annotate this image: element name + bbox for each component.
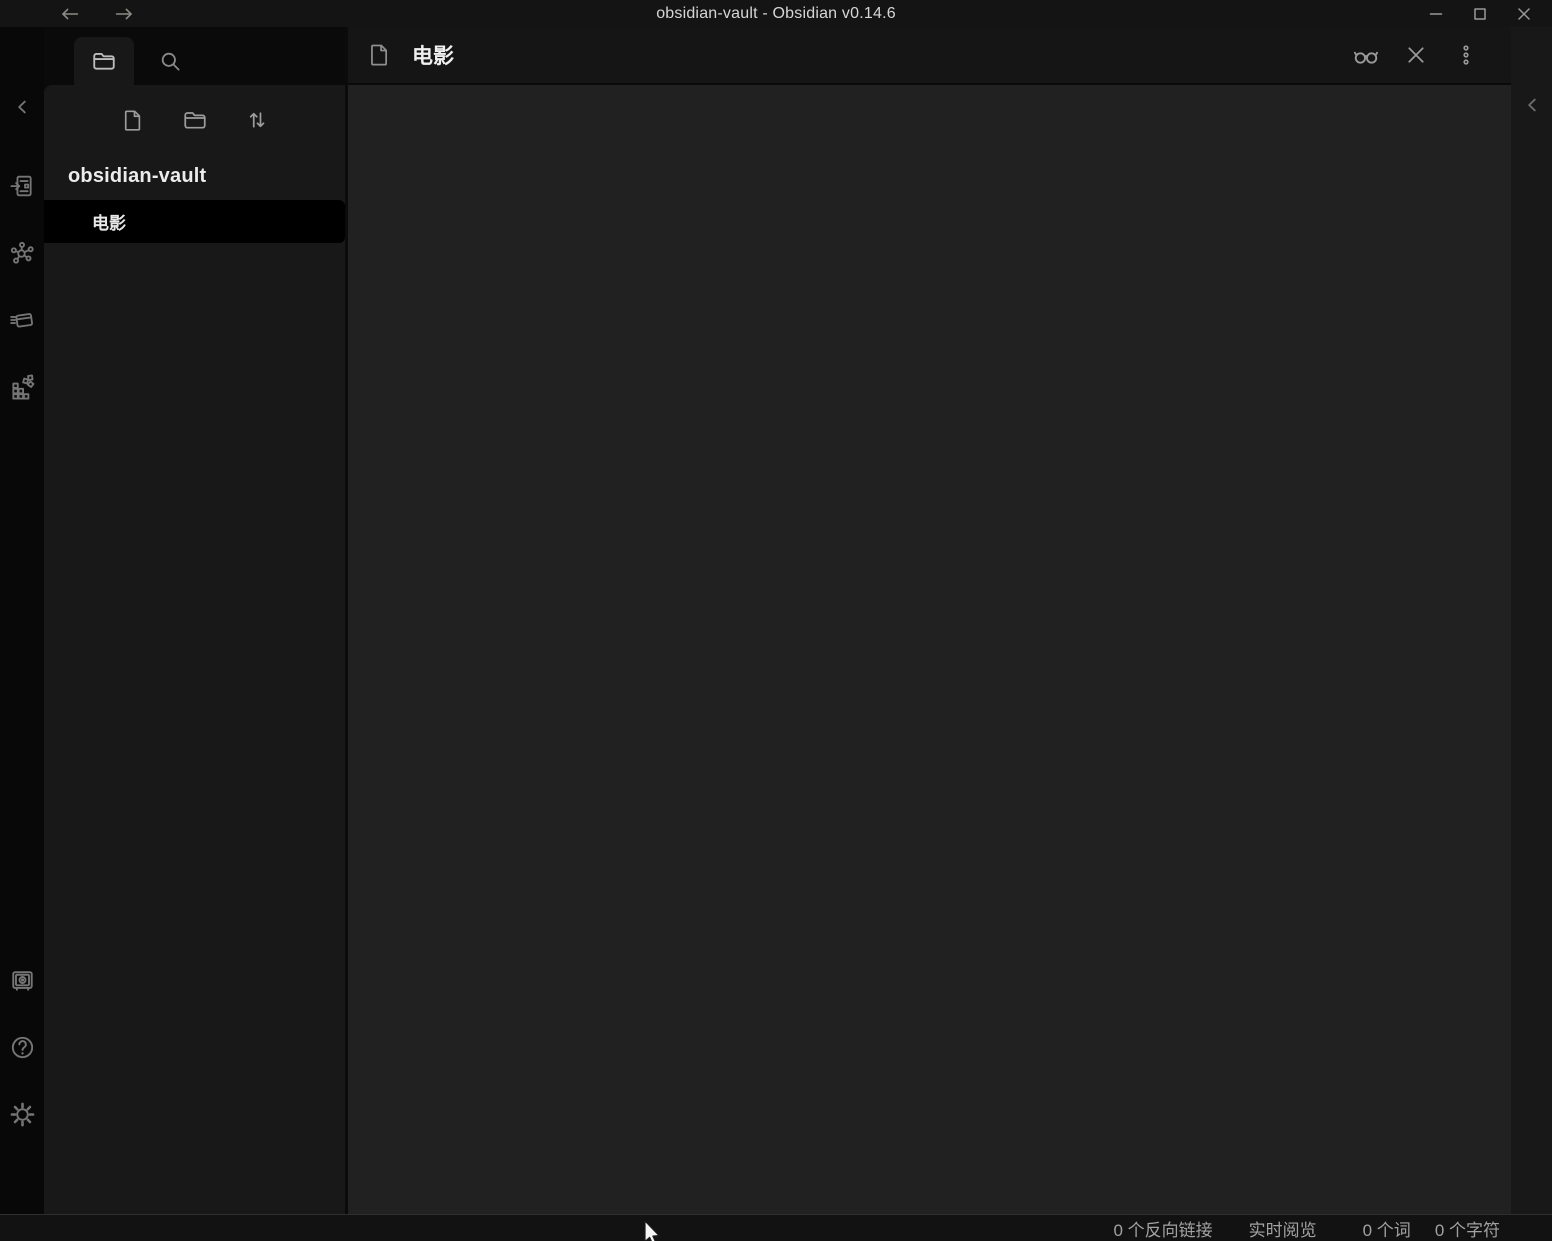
note-file-icon: [366, 42, 392, 68]
close-window-button[interactable]: [1502, 0, 1546, 27]
editor-header-actions: [1353, 42, 1511, 68]
editor-header: 电影: [348, 27, 1511, 85]
expand-right-sidebar-button[interactable]: [1518, 91, 1546, 119]
chevron-left-icon: [9, 94, 35, 120]
glasses-icon: [1352, 41, 1380, 69]
new-note-icon: [120, 108, 145, 133]
vault-icon: [9, 967, 36, 994]
collapse-left-sidebar-button[interactable]: [8, 93, 36, 121]
sort-icon: [244, 107, 270, 133]
gear-icon: [9, 1101, 36, 1128]
file-explorer-panel: obsidian-vault 电影: [44, 27, 345, 1214]
new-note-button[interactable]: [120, 107, 146, 133]
edit-mode-status[interactable]: 实时阅览: [1249, 1216, 1317, 1241]
graph-icon: [9, 240, 35, 266]
more-options-button[interactable]: [1453, 42, 1479, 68]
word-count: 0 个词: [1363, 1216, 1411, 1241]
window-title: obsidian-vault - Obsidian v0.14.6: [0, 5, 1552, 23]
open-vault-button[interactable]: [8, 966, 36, 994]
file-item-selected[interactable]: 电影: [44, 200, 345, 243]
quick-switcher-button[interactable]: [8, 172, 36, 200]
left-ribbon: [0, 27, 44, 1214]
settings-button[interactable]: [8, 1100, 36, 1128]
editor-content[interactable]: [348, 85, 1511, 1214]
help-icon: [9, 1034, 36, 1061]
right-sidebar-strip: [1511, 27, 1552, 1214]
new-folder-button[interactable]: [182, 107, 208, 133]
chevron-left-icon: [1519, 92, 1545, 118]
window-controls: [1414, 0, 1546, 27]
tab-search[interactable]: [140, 37, 200, 85]
title-bar: obsidian-vault - Obsidian v0.14.6: [0, 0, 1552, 27]
insert-template-button[interactable]: [8, 306, 36, 334]
template-icon: [9, 307, 35, 333]
sidebar-tab-strip: [44, 27, 345, 85]
folder-icon: [91, 48, 117, 74]
file-explorer-actions: [44, 85, 345, 133]
help-button[interactable]: [8, 1033, 36, 1061]
quick-switcher-icon: [9, 173, 35, 199]
sort-button[interactable]: [244, 107, 270, 133]
editor-pane: 电影: [348, 27, 1511, 1214]
kebab-menu-icon: [1454, 43, 1478, 67]
search-icon: [158, 49, 183, 74]
close-pane-button[interactable]: [1403, 42, 1429, 68]
backlinks-count[interactable]: 0 个反向链接: [1113, 1216, 1212, 1241]
close-icon: [1403, 42, 1429, 68]
maximize-icon: [1470, 4, 1490, 24]
status-bar: 0 个反向链接 实时阅览 0 个词 0 个字符: [0, 1214, 1552, 1241]
reading-mode-button[interactable]: [1353, 42, 1379, 68]
random-note-button[interactable]: [8, 373, 36, 401]
close-icon: [1514, 4, 1534, 24]
new-folder-icon: [182, 107, 208, 133]
char-count: 0 个字符: [1435, 1216, 1500, 1241]
vault-title[interactable]: obsidian-vault: [44, 165, 345, 188]
tab-file-explorer[interactable]: [74, 37, 134, 85]
note-title: 电影: [412, 40, 454, 70]
maximize-button[interactable]: [1458, 0, 1502, 27]
minimize-button[interactable]: [1414, 0, 1458, 27]
graph-view-button[interactable]: [8, 239, 36, 267]
minimize-icon: [1426, 4, 1446, 24]
obsidian-window: { "window": { "title": "obsidian-vault -…: [0, 0, 1552, 1241]
file-explorer-body: obsidian-vault 电影: [44, 85, 345, 1214]
random-note-icon: [9, 374, 35, 400]
